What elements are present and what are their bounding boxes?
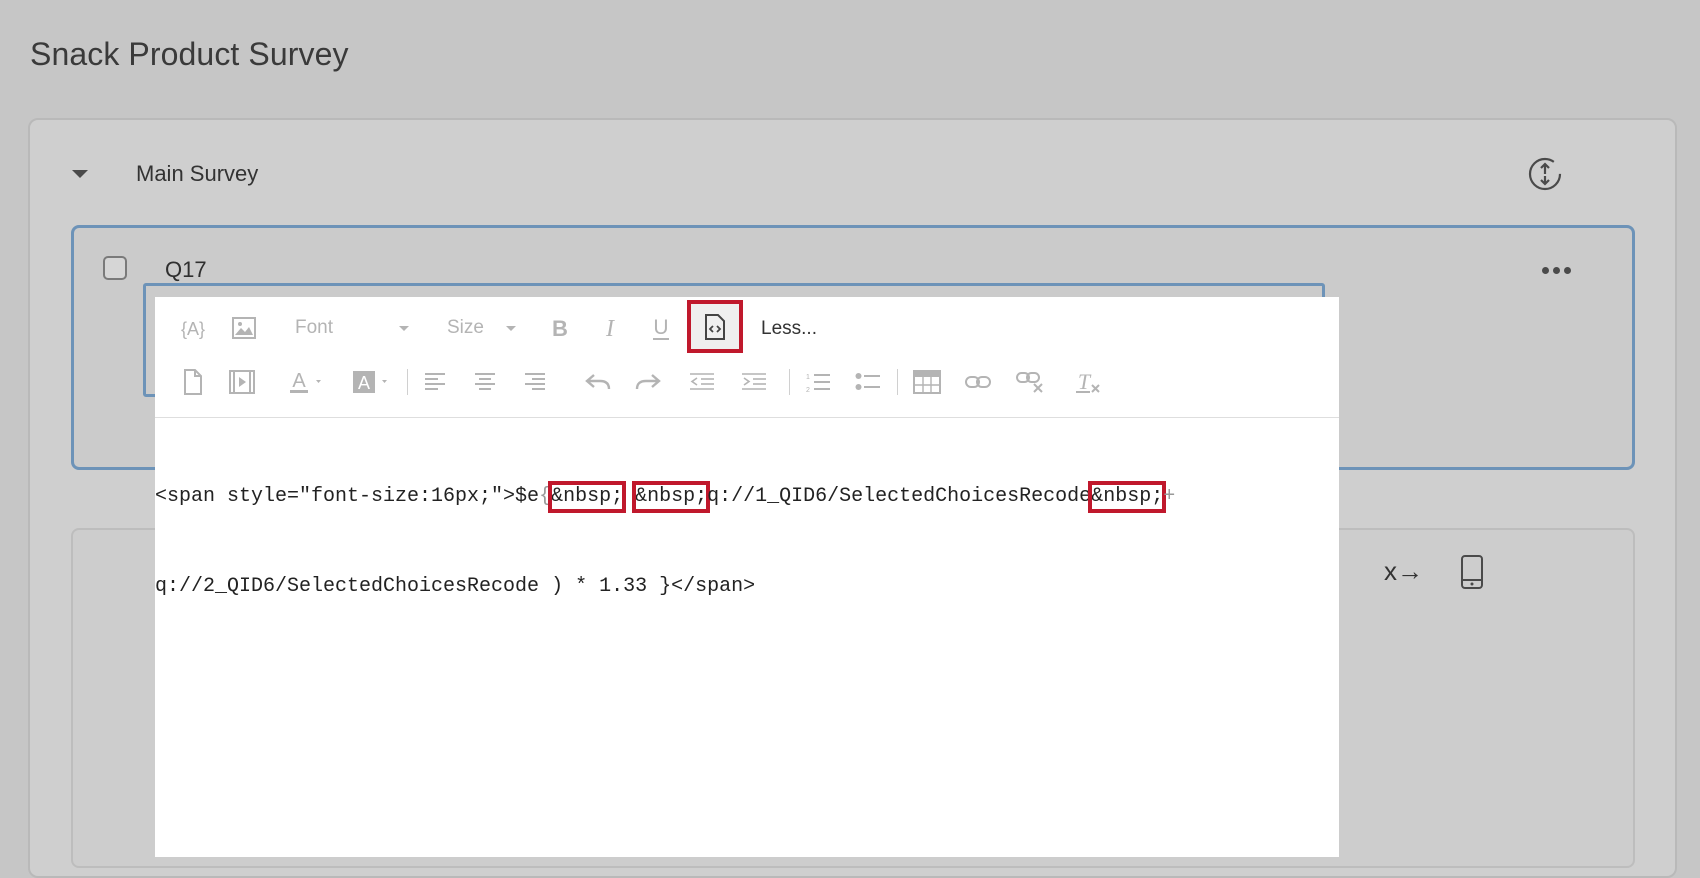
unlink-icon[interactable] (1015, 367, 1045, 397)
svg-text:B: B (552, 316, 568, 340)
svg-text:T: T (1078, 369, 1092, 394)
code-line-2: q://2_QID6/SelectedChoicesRecode ) * 1.3… (155, 575, 756, 598)
highlighted-nbsp: &nbsp; (632, 481, 711, 513)
code-text: + (1163, 485, 1176, 508)
refresh-icon[interactable] (1527, 156, 1563, 192)
bold-icon[interactable]: B (545, 313, 575, 343)
indent-icon[interactable] (739, 367, 769, 397)
font-select[interactable]: Font (295, 313, 425, 343)
redo-icon[interactable] (633, 367, 663, 397)
less-toggle-link[interactable]: Less... (761, 318, 817, 340)
align-center-icon[interactable] (471, 367, 499, 397)
piped-text-icon[interactable]: {A} (177, 313, 209, 343)
svg-text:2: 2 (806, 387, 810, 393)
question-checkbox[interactable] (103, 256, 127, 280)
phone-icon[interactable] (1460, 555, 1484, 589)
svg-text:A: A (358, 373, 370, 393)
toolbar-divider (407, 369, 408, 395)
text-color-icon[interactable]: A (287, 367, 329, 397)
source-code-button[interactable] (687, 300, 743, 353)
align-left-icon[interactable] (421, 367, 449, 397)
video-icon[interactable] (227, 367, 257, 397)
align-right-icon[interactable] (521, 367, 549, 397)
highlighted-nbsp: &nbsp; (548, 481, 627, 513)
collapse-caret-icon[interactable] (72, 170, 88, 178)
block-title: Main Survey (136, 161, 259, 186)
background-color-icon[interactable]: A (351, 367, 393, 397)
svg-text:1: 1 (806, 374, 810, 381)
undo-icon[interactable] (583, 367, 613, 397)
bullet-list-icon[interactable] (853, 367, 883, 397)
page-title: Snack Product Survey (30, 36, 349, 72)
more-icon[interactable] (1542, 258, 1572, 282)
source-code-editor[interactable]: <span style="font-size:16px;">$e{&nbsp; … (155, 422, 1339, 662)
source-code-icon (705, 313, 725, 340)
outdent-icon[interactable] (687, 367, 717, 397)
clear-format-icon[interactable]: T (1073, 367, 1103, 397)
toolbar-divider (897, 369, 898, 395)
chevron-down-icon (399, 325, 410, 331)
code-line-1: <span style="font-size:16px;">$e{&nbsp; … (155, 481, 1339, 513)
display-logic-icon[interactable]: x→ (1384, 556, 1423, 587)
italic-icon[interactable]: I (595, 313, 625, 343)
editor-toolbar: {A} Font Size B I U Less... A A 1 2 T (155, 297, 1339, 419)
file-icon[interactable] (179, 367, 207, 397)
toolbar-divider (789, 369, 790, 395)
svg-text:I: I (605, 316, 615, 340)
svg-text:{A}: {A} (181, 319, 205, 339)
size-select-label: Size (447, 317, 484, 338)
highlighted-nbsp: &nbsp; (1088, 481, 1167, 513)
svg-text:A: A (292, 370, 306, 392)
table-icon[interactable] (911, 367, 943, 397)
chevron-down-icon (505, 325, 516, 331)
underline-icon[interactable]: U (646, 313, 676, 343)
question-label: Q17 (165, 257, 207, 282)
code-text: { (539, 485, 552, 508)
size-select[interactable]: Size (447, 313, 527, 343)
svg-text:U: U (653, 316, 668, 339)
code-text: <span style="font-size:16px;">$e (155, 485, 540, 508)
rich-text-editor: {A} Font Size B I U Less... A A 1 2 T <s… (155, 297, 1339, 857)
numbered-list-icon[interactable]: 12 (803, 367, 833, 397)
code-text: q://1_QID6/SelectedChoicesRecode (707, 485, 1092, 508)
image-icon[interactable] (229, 313, 259, 343)
link-icon[interactable] (963, 367, 993, 397)
font-select-label: Font (295, 317, 334, 338)
toolbar-divider (155, 417, 1339, 418)
